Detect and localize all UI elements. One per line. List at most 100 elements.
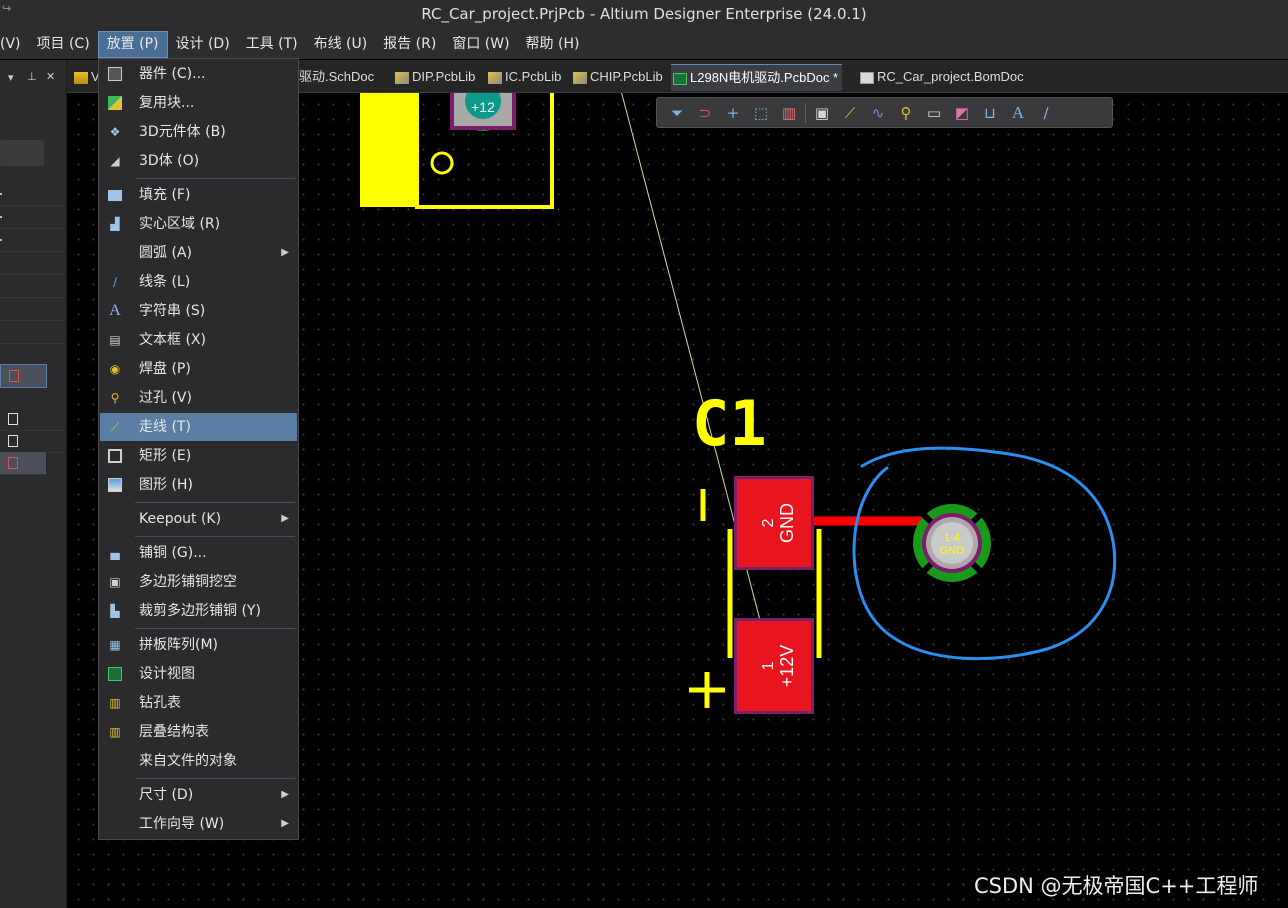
menu-item-design-view[interactable]: 设计视图 bbox=[100, 660, 297, 688]
menu-item-pad[interactable]: ◉ 焊盘 (P) bbox=[100, 355, 297, 383]
pad2-net: GND bbox=[777, 503, 797, 543]
route-icon[interactable]: ⟋ bbox=[836, 101, 864, 125]
line-icon[interactable]: ∕ bbox=[1032, 101, 1060, 125]
menu-item-graphic[interactable]: 图形 (H) bbox=[100, 471, 297, 499]
menu-place[interactable]: 放置 (P) bbox=[97, 31, 168, 58]
pcblib-icon bbox=[395, 71, 409, 84]
list-item[interactable] bbox=[0, 206, 66, 229]
menu-item-line[interactable]: ∕ 线条 (L) bbox=[100, 268, 297, 296]
menu-item-wizard[interactable]: 工作向导 (W) ▶ bbox=[100, 810, 297, 838]
menu-item-dimension[interactable]: 尺寸 (D) ▶ bbox=[100, 781, 297, 809]
list-item[interactable] bbox=[0, 321, 66, 344]
menu-route[interactable]: 布线 (U) bbox=[306, 31, 376, 58]
pin-icon[interactable]: ⊥ bbox=[27, 70, 37, 83]
reuse-block-icon bbox=[108, 96, 122, 110]
design-view-icon bbox=[108, 667, 122, 681]
pcblib-icon bbox=[488, 71, 502, 84]
menu-tools[interactable]: 工具 (T) bbox=[238, 31, 306, 58]
menu-item-3d-component[interactable]: ❖ 3D元件体 (B) bbox=[100, 118, 297, 146]
diff-pair-icon[interactable]: ∿ bbox=[864, 101, 892, 125]
pin1-marker bbox=[430, 151, 454, 175]
menu-item-3d-body[interactable]: ◢ 3D体 (O) bbox=[100, 147, 297, 175]
tab-dip-pcblib[interactable]: DIP.PcbLib bbox=[393, 64, 479, 90]
tab-bomdoc[interactable]: RC_Car_project.BomDoc bbox=[858, 64, 1028, 90]
watermark: CSDN @无极帝国C++工程师 bbox=[974, 874, 1259, 898]
embedded-board-array-icon: ▦ bbox=[109, 638, 121, 652]
pad-icon: ◉ bbox=[109, 362, 121, 376]
menu-item-layer-stack-table[interactable]: ▥ 层叠结构表 bbox=[100, 718, 297, 746]
panel-dropdown-icon[interactable]: ▾ bbox=[8, 71, 14, 84]
tab-chip-pcblib[interactable]: CHIP.PcbLib bbox=[571, 64, 667, 90]
menu-bar: (V) 项目 (C) 放置 (P) 设计 (D) 工具 (T) 布线 (U) 报… bbox=[0, 30, 1288, 59]
graphic-icon bbox=[108, 478, 122, 492]
track-icon: ⟋ bbox=[110, 420, 120, 434]
menu-item-object-from-file[interactable]: 来自文件的对象 bbox=[100, 747, 297, 775]
menu-item-polygon-cutout[interactable]: ▣ 多边形铺铜挖空 bbox=[100, 568, 297, 596]
menu-help[interactable]: 帮助 (H) bbox=[518, 31, 588, 58]
cross-probe-icon[interactable]: + bbox=[719, 101, 747, 125]
submenu-arrow-icon: ▶ bbox=[281, 789, 289, 800]
menu-item-track[interactable]: ⟋ 走线 (T) bbox=[100, 413, 297, 441]
interactive-routing-icon[interactable]: ⊃ bbox=[691, 101, 719, 125]
menu-view[interactable]: (V) bbox=[0, 31, 29, 58]
document-icon bbox=[9, 370, 19, 382]
menu-item-slice-polygon[interactable]: ▙ 裁剪多边形铺铜 (Y) bbox=[100, 597, 297, 625]
menu-window[interactable]: 窗口 (W) bbox=[444, 31, 517, 58]
list-item[interactable] bbox=[0, 229, 66, 252]
via-layer-label: 1-4 bbox=[944, 532, 960, 544]
menu-item-string[interactable]: A 字符串 (S) bbox=[100, 297, 297, 325]
align-icon[interactable]: ▥ bbox=[775, 101, 803, 125]
menu-item-reuse-block[interactable]: 复用块... bbox=[100, 89, 297, 117]
menu-project[interactable]: 项目 (C) bbox=[29, 31, 98, 58]
list-item[interactable] bbox=[0, 252, 66, 275]
menu-item-keepout[interactable]: Keepout (K) ▶ bbox=[100, 505, 297, 533]
menu-item-drill-table[interactable]: ▥ 钻孔表 bbox=[100, 689, 297, 717]
menu-item-solid-region[interactable]: ▟ 实心区域 (R) bbox=[100, 210, 297, 238]
bomdoc-icon bbox=[860, 71, 874, 84]
title-bar: ↪ RC_Car_project.PrjPcb - Altium Designe… bbox=[0, 0, 1288, 31]
menu-reports[interactable]: 报告 (R) bbox=[375, 31, 444, 58]
pad2-number: 2 bbox=[760, 518, 777, 527]
menu-item-embedded-board-array[interactable]: ▦ 拼板阵列(M) bbox=[100, 631, 297, 659]
menu-item-fill[interactable]: 填充 (F) bbox=[100, 181, 297, 209]
menu-item-text-frame[interactable]: ▤ 文本框 (X) bbox=[100, 326, 297, 354]
submenu-arrow-icon: ▶ bbox=[281, 513, 289, 524]
list-item[interactable] bbox=[0, 298, 66, 321]
list-item[interactable] bbox=[0, 275, 66, 298]
pad1-net: +12V bbox=[777, 645, 797, 688]
sch-doc-icon bbox=[74, 71, 88, 84]
pcblib-icon bbox=[573, 71, 587, 84]
close-panel-icon[interactable]: ✕ bbox=[46, 70, 55, 83]
menu-item-via[interactable]: ⚲ 过孔 (V) bbox=[100, 384, 297, 412]
polygon-icon[interactable]: ▭ bbox=[920, 101, 948, 125]
submenu-arrow-icon: ▶ bbox=[281, 818, 289, 829]
filter-icon[interactable]: ⏷ bbox=[663, 101, 691, 125]
via-icon[interactable]: ⚲ bbox=[892, 101, 920, 125]
menu-item-arc[interactable]: 圆弧 (A) ▶ bbox=[100, 239, 297, 267]
3d-body-icon: ◢ bbox=[110, 154, 120, 168]
list-item[interactable] bbox=[0, 408, 66, 431]
keepout-icon[interactable]: ◩ bbox=[948, 101, 976, 125]
menu-item-polygon-pour[interactable]: ▄ 铺铜 (G)... bbox=[100, 539, 297, 567]
dimension-icon[interactable]: ⊔ bbox=[976, 101, 1004, 125]
select-rect-icon[interactable]: ⬚ bbox=[747, 101, 775, 125]
tab-pcbdoc-active[interactable]: L298N电机驱动.PcbDoc * bbox=[671, 64, 843, 91]
solid-region-icon: ▟ bbox=[110, 217, 120, 231]
pcbdoc-icon bbox=[673, 72, 687, 85]
drill-table-icon: ▥ bbox=[109, 696, 121, 710]
line-icon: ∕ bbox=[112, 275, 118, 289]
tab-ic-pcblib[interactable]: IC.PcbLib bbox=[486, 64, 565, 90]
list-item-selected[interactable] bbox=[0, 364, 47, 388]
menu-item-rectangle[interactable]: 矩形 (E) bbox=[100, 442, 297, 470]
list-item-selected[interactable] bbox=[0, 452, 46, 475]
ratsnest-line bbox=[621, 93, 771, 659]
menu-item-component[interactable]: 器件 (C)... bbox=[100, 60, 297, 88]
list-item[interactable] bbox=[0, 183, 66, 206]
component-icon bbox=[108, 67, 122, 81]
string-icon[interactable]: A bbox=[1004, 101, 1032, 125]
pad1-number: 1 bbox=[760, 661, 777, 670]
menu-design[interactable]: 设计 (D) bbox=[168, 31, 238, 58]
component-icon[interactable]: ▣ bbox=[808, 101, 836, 125]
list-item[interactable] bbox=[0, 430, 66, 453]
panel-search-input[interactable] bbox=[0, 140, 44, 166]
